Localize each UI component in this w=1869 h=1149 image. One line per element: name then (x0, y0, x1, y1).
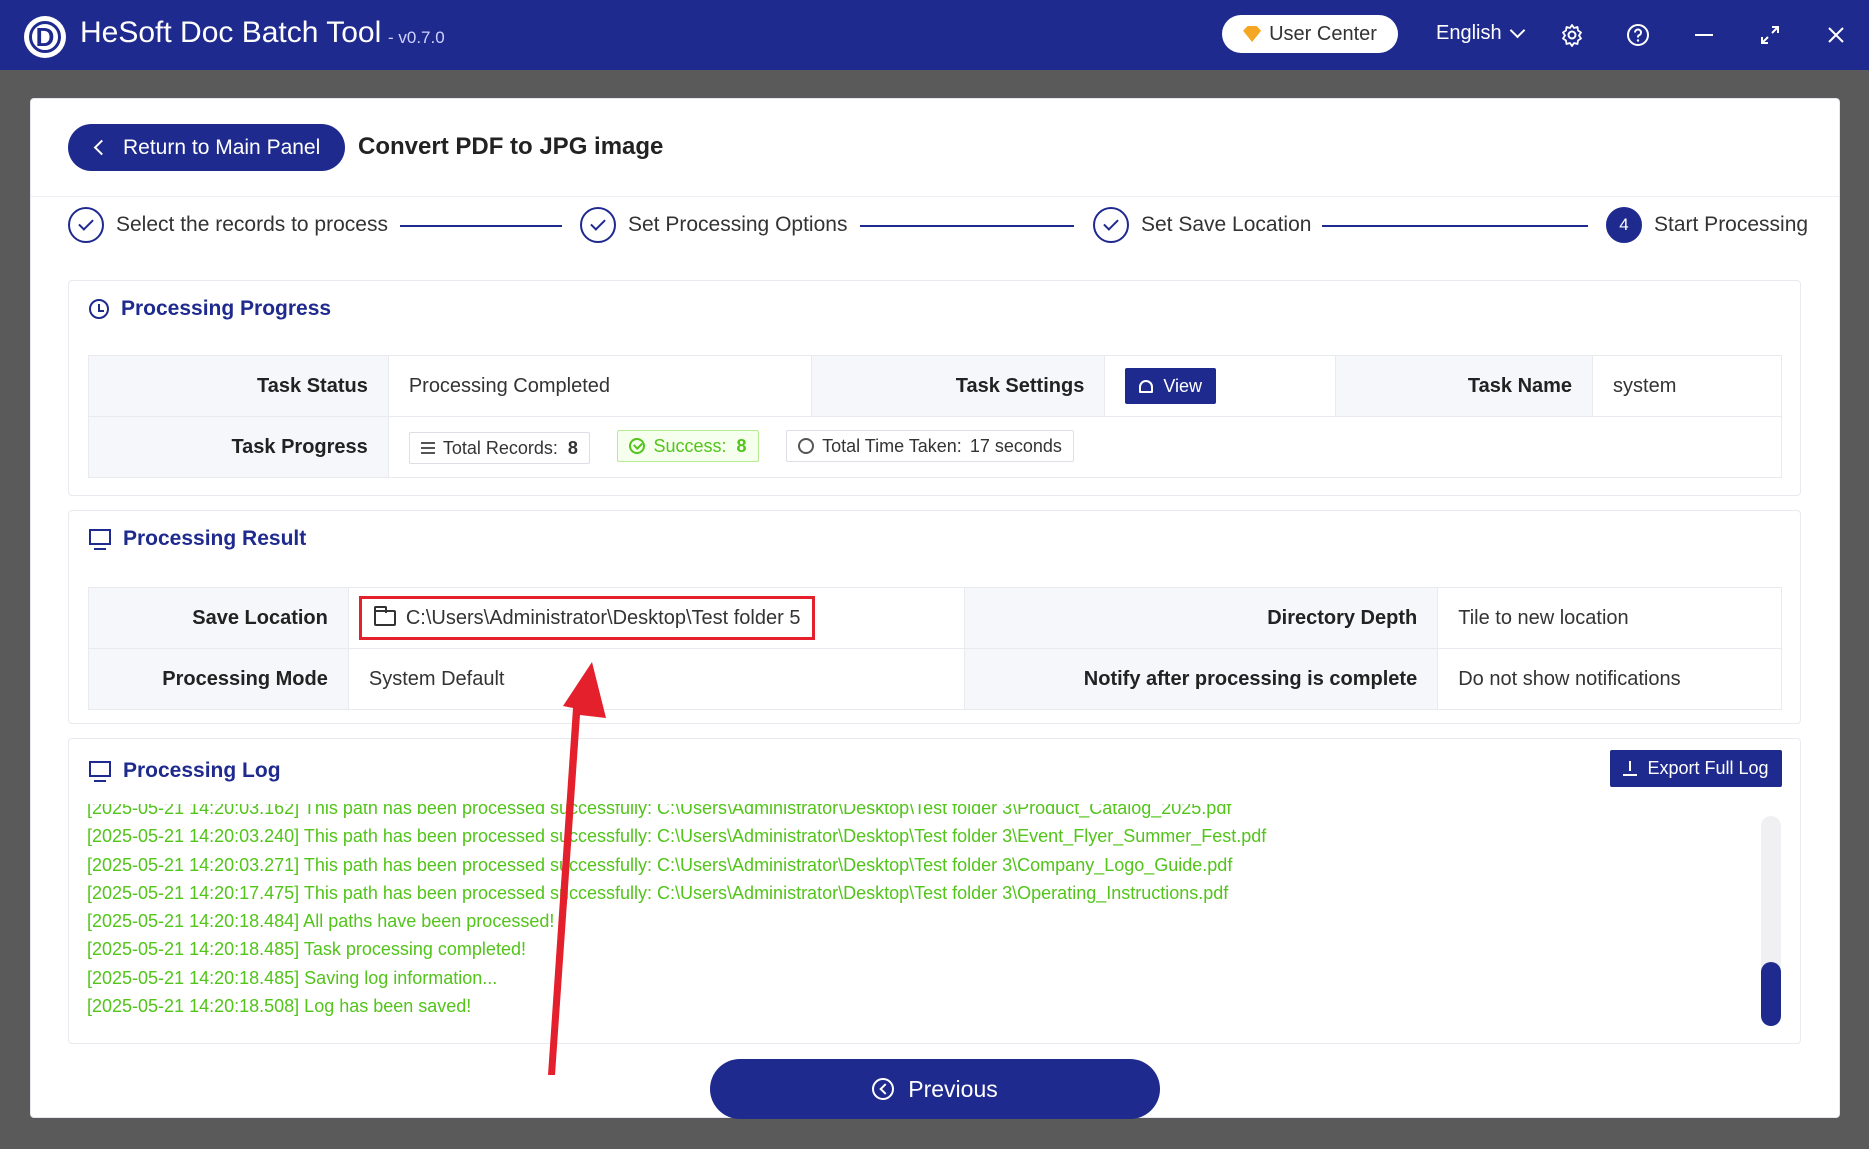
previous-button[interactable]: Previous (710, 1059, 1160, 1119)
total-records-label: Total Records: (442, 437, 558, 458)
section-title-text: Processing Log (123, 759, 281, 782)
title-bar: D HeSoft Doc Batch Tool - v0.7.0 User Ce… (0, 0, 1869, 70)
previous-label: Previous (908, 1075, 998, 1102)
step-select-records: Select the records to process (68, 207, 388, 243)
progress-table: Task Status Processing Completed Task Se… (88, 355, 1783, 478)
minimize-icon[interactable] (1689, 20, 1719, 50)
list-icon (420, 442, 435, 454)
success-label: Success: (653, 435, 727, 456)
monitor-icon (89, 529, 111, 550)
directory-depth-value: Tile to new location (1437, 587, 1782, 649)
task-name-label: Task Name (1335, 355, 1594, 417)
step-save-location: Set Save Location (1093, 207, 1311, 243)
step-label: Select the records to process (116, 213, 388, 236)
log-line: [2025-05-21 14:20:17.475] This path has … (87, 882, 1229, 903)
log-line: [2025-05-21 14:20:18.508] Log has been s… (87, 996, 472, 1017)
app-title: HeSoft Doc Batch Tool (80, 16, 382, 49)
notify-label: Notify after processing is complete (963, 648, 1439, 710)
view-label: View (1163, 375, 1203, 396)
total-records-value: 8 (567, 437, 578, 458)
close-icon[interactable] (1821, 20, 1851, 50)
return-label: Return to Main Panel (123, 135, 321, 159)
user-center-button[interactable]: User Center (1222, 15, 1398, 53)
notify-value: Do not show notifications (1437, 648, 1782, 710)
processing-result-section: Processing Result Save Location C:\Users… (68, 510, 1801, 724)
log-line: [2025-05-21 14:20:18.485] Saving log inf… (87, 967, 498, 988)
task-progress-cell: Total Records: 8 Success: 8 Total Time T… (387, 416, 1783, 478)
page-title: Convert PDF to JPG image (358, 133, 664, 160)
section-title: Processing Log (89, 759, 281, 783)
view-settings-button[interactable]: View (1125, 368, 1217, 404)
task-settings-cell: View (1104, 355, 1337, 417)
section-title-text: Processing Progress (121, 297, 332, 320)
step-label: Start Processing (1654, 213, 1809, 236)
export-label: Export Full Log (1647, 758, 1769, 778)
save-location-path[interactable]: C:\Users\Administrator\Desktop\Test fold… (358, 596, 816, 640)
export-full-log-button[interactable]: Export Full Log (1610, 750, 1782, 787)
section-title-text: Processing Result (123, 527, 307, 550)
language-selector[interactable]: English (1436, 22, 1525, 45)
check-circle-icon (629, 438, 646, 454)
success-value: 8 (736, 435, 747, 456)
settings-gear-icon[interactable] (1557, 20, 1587, 50)
success-tag: Success: 8 (617, 430, 759, 462)
task-status-label: Task Status (88, 355, 389, 417)
download-icon (1623, 760, 1638, 776)
monitor-icon (89, 761, 111, 782)
task-name-value: system (1592, 355, 1782, 417)
return-to-main-panel-button[interactable]: Return to Main Panel (68, 124, 345, 171)
log-line: [2025-05-21 14:20:03.240] This path has … (87, 826, 1267, 847)
maximize-icon[interactable] (1755, 20, 1785, 50)
alarm-clock-icon (1139, 379, 1154, 393)
step-connector (860, 225, 1074, 227)
save-location-value: C:\Users\Administrator\Desktop\Test fold… (405, 606, 801, 629)
step-label: Set Save Location (1141, 213, 1312, 236)
step-label: Set Processing Options (628, 213, 848, 236)
step-check-icon (580, 207, 616, 243)
log-line: [2025-05-21 14:20:18.485] Task processin… (87, 939, 526, 960)
log-line: [2025-05-21 14:20:18.484] All paths have… (87, 911, 555, 932)
save-location-label: Save Location (88, 587, 349, 649)
total-records-tag: Total Records: 8 (408, 432, 590, 464)
app-logo-icon: D (24, 16, 66, 58)
task-settings-label: Task Settings (810, 355, 1106, 417)
folder-open-icon (373, 606, 396, 626)
directory-depth-label: Directory Depth (963, 587, 1439, 649)
processing-mode-value: System Default (347, 648, 965, 710)
help-icon[interactable] (1623, 20, 1653, 50)
user-center-label: User Center (1269, 22, 1377, 45)
step-number-badge: 4 (1606, 207, 1642, 243)
clock-icon (89, 299, 109, 319)
step-start-processing: 4 Start Processing (1606, 207, 1808, 243)
time-taken-tag: Total Time Taken: 17 seconds (786, 430, 1074, 462)
log-line: [2025-05-21 14:20:03.162] This path has … (87, 804, 1232, 818)
log-scrollbar-thumb[interactable] (1761, 962, 1781, 1026)
save-location-cell: C:\Users\Administrator\Desktop\Test fold… (347, 587, 965, 649)
result-table: Save Location C:\Users\Administrator\Des… (88, 587, 1782, 710)
processing-progress-section: Processing Progress Task Status Processi… (68, 280, 1801, 496)
step-connector (400, 225, 562, 227)
step-check-icon (68, 207, 104, 243)
time-value: 17 seconds (969, 435, 1062, 456)
diamond-icon (1243, 26, 1262, 42)
circle-chevron-left-icon (872, 1078, 895, 1100)
time-label: Total Time Taken: (822, 435, 962, 456)
header-divider (31, 196, 1839, 197)
section-title: Processing Result (89, 527, 306, 551)
step-set-options: Set Processing Options (580, 207, 847, 243)
section-title: Processing Progress (89, 297, 331, 321)
step-connector (1322, 225, 1588, 227)
chevron-left-icon (93, 139, 110, 156)
log-output[interactable]: [2025-05-21 14:20:03.162] This path has … (87, 804, 1737, 1026)
log-line: [2025-05-21 14:20:03.271] This path has … (87, 854, 1233, 875)
step-check-icon (1093, 207, 1129, 243)
task-status-value: Processing Completed (387, 355, 812, 417)
app-version: - v0.7.0 (388, 28, 445, 47)
clock-icon (798, 438, 815, 454)
language-label: English (1436, 22, 1502, 44)
processing-mode-label: Processing Mode (88, 648, 349, 710)
task-progress-label: Task Progress (88, 416, 389, 478)
chevron-down-icon (1509, 22, 1525, 39)
